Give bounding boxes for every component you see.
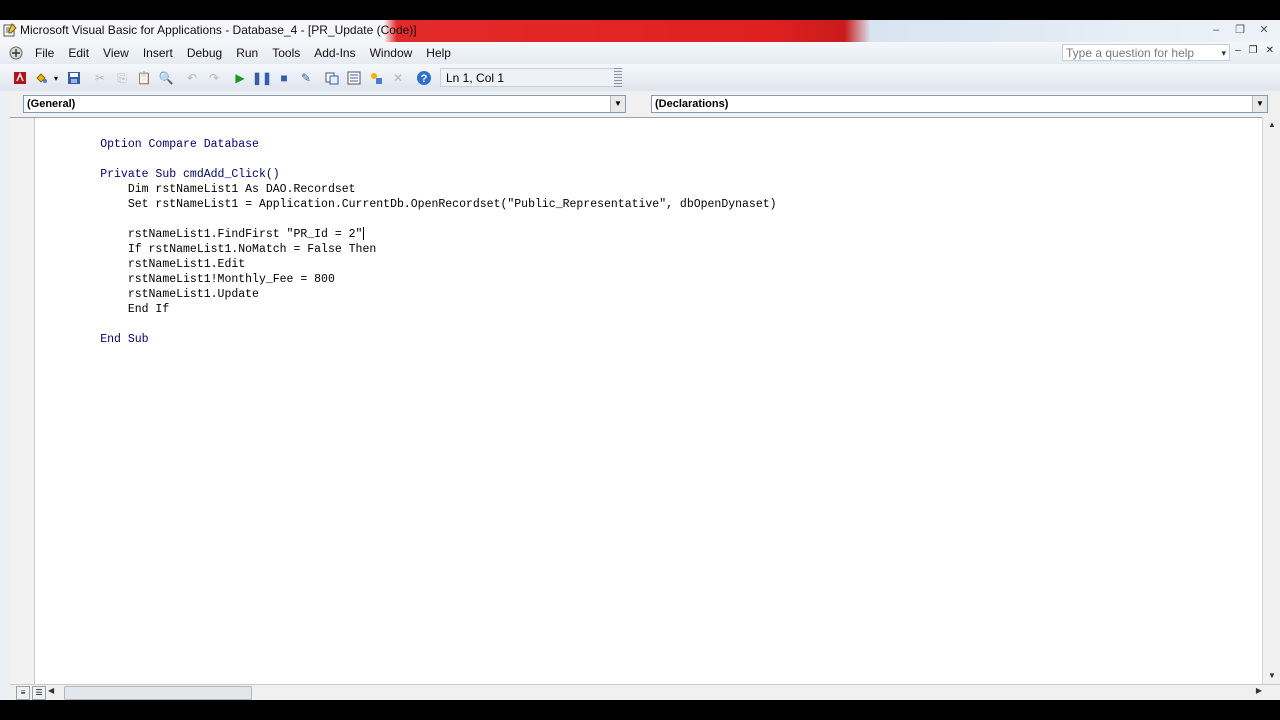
menu-tools[interactable]: Tools	[272, 46, 300, 60]
full-module-view-icon[interactable]: ☰	[32, 686, 46, 700]
break-icon[interactable]: ❚❚	[252, 70, 272, 86]
scroll-thumb[interactable]	[64, 686, 252, 700]
code-window: (General) ▼ (Declarations) ▼ Option Comp…	[0, 91, 1280, 701]
menu-help[interactable]: Help	[426, 46, 451, 60]
code-text: rstNameList1.Update	[100, 288, 259, 301]
standard-toolbar: ▾ ✂ ⎘ 📋 🔍 ↶ ↷ ▶ ❚❚ ■ ✎ ✕ ? Ln 1, Col 1	[0, 64, 1280, 92]
object-combo[interactable]: (General) ▼	[23, 95, 626, 113]
procedure-view-icon[interactable]: ≡	[16, 686, 30, 700]
object-browser-icon[interactable]	[368, 70, 384, 86]
menu-view[interactable]: View	[103, 46, 129, 60]
child-minimize-button[interactable]: –	[1235, 45, 1241, 56]
child-close-button[interactable]: ✕	[1266, 45, 1274, 56]
reset-icon[interactable]: ■	[276, 70, 292, 86]
svg-text:?: ?	[421, 73, 428, 85]
menu-debug[interactable]: Debug	[187, 46, 222, 60]
code-line[interactable]: Private Sub cmdAdd_Click()	[45, 152, 777, 181]
screen-border	[0, 700, 1280, 720]
chevron-down-icon[interactable]: ▾	[52, 70, 60, 86]
window-title: Microsoft Visual Basic for Applications …	[20, 23, 417, 37]
toolbox-icon[interactable]: ✕	[390, 70, 406, 86]
find-icon[interactable]: 🔍	[158, 70, 174, 86]
run-icon[interactable]: ▶	[232, 70, 248, 86]
code-line[interactable]: End Sub	[45, 317, 777, 346]
menu-insert[interactable]: Insert	[143, 46, 173, 60]
chevron-down-icon[interactable]: ▼	[610, 96, 625, 112]
menu-edit[interactable]: Edit	[68, 46, 89, 60]
help-question-placeholder: Type a question for help	[1066, 46, 1195, 60]
toolbar-grip[interactable]	[614, 68, 622, 87]
procedure-combo-value: (Declarations)	[655, 98, 729, 110]
horizontal-scrollbar[interactable]: ≡ ☰ ◀ ▶	[10, 684, 1280, 701]
code-lines[interactable]: Option Compare Database Private Sub cmdA…	[45, 122, 777, 346]
code-text: Private Sub cmdAdd_Click()	[100, 168, 280, 181]
undo-icon[interactable]: ↶	[184, 70, 200, 86]
design-mode-icon[interactable]: ✎	[298, 70, 314, 86]
title-bar: Microsoft Visual Basic for Applications …	[0, 20, 1280, 42]
scroll-down-icon[interactable]: ▼	[1263, 668, 1280, 684]
scroll-right-icon[interactable]: ▶	[1256, 686, 1262, 695]
maximize-button[interactable]: ❐	[1230, 21, 1250, 39]
vertical-scrollbar[interactable]: ▲ ▼	[1262, 117, 1280, 684]
menu-add-ins[interactable]: Add-Ins	[314, 46, 355, 60]
object-combo-value: (General)	[27, 98, 76, 110]
close-button[interactable]: ✕	[1254, 21, 1274, 39]
code-text: rstNameList1!Monthly_Fee = 800	[100, 273, 335, 286]
insert-module-icon[interactable]	[34, 70, 50, 86]
scroll-left-icon[interactable]: ◀	[48, 686, 54, 695]
chevron-down-icon[interactable]: ▾	[1221, 45, 1226, 62]
code-line[interactable]: rstNameList1.FindFirst "PR_Id = 2"	[45, 212, 777, 241]
code-line[interactable]: Option Compare Database	[45, 122, 777, 151]
margin-indicator-bar[interactable]	[10, 118, 35, 685]
menu-window[interactable]: Window	[370, 46, 413, 60]
help-icon[interactable]: ?	[416, 70, 432, 86]
vba-app-icon	[3, 23, 17, 37]
code-text: rstNameList1.FindFirst "PR_Id = 2"	[100, 228, 363, 241]
code-text: rstNameList1.Edit	[100, 258, 246, 271]
child-restore-button[interactable]: ❐	[1249, 45, 1258, 56]
scroll-up-icon[interactable]: ▲	[1263, 117, 1280, 133]
access-icon[interactable]	[12, 70, 28, 86]
copy-icon[interactable]: ⎘	[114, 70, 130, 86]
cut-icon[interactable]: ✂	[92, 70, 108, 86]
vba-icon[interactable]	[8, 45, 24, 61]
code-text: Dim rstNameList1 As DAO.Recordset	[100, 183, 356, 196]
code-editor[interactable]: Option Compare Database Private Sub cmdA…	[10, 117, 1262, 685]
text-cursor	[363, 227, 365, 241]
properties-icon[interactable]	[346, 70, 362, 86]
project-explorer-icon[interactable]	[324, 70, 340, 86]
menu-bar: File Edit View Insert Debug Run Tools Ad…	[0, 42, 1280, 65]
procedure-combo[interactable]: (Declarations) ▼	[651, 95, 1268, 113]
chevron-down-icon[interactable]: ▼	[1252, 96, 1267, 112]
help-question-box[interactable]: Type a question for help ▾	[1062, 44, 1230, 61]
menu-file[interactable]: File	[35, 46, 54, 60]
code-text: Option Compare Database	[100, 138, 259, 151]
menu-run[interactable]: Run	[236, 46, 258, 60]
code-combos: (General) ▼ (Declarations) ▼	[10, 91, 1280, 117]
code-text: If rstNameList1.NoMatch = False Then	[100, 243, 377, 256]
code-text: End If	[100, 303, 170, 316]
code-text: End Sub	[100, 333, 149, 346]
code-text: Set rstNameList1 = Application.CurrentDb…	[100, 198, 777, 211]
save-icon[interactable]	[66, 70, 82, 86]
redo-icon[interactable]: ↷	[206, 70, 222, 86]
minimize-button[interactable]: –	[1206, 21, 1226, 39]
paste-icon[interactable]: 📋	[136, 70, 152, 86]
cursor-position: Ln 1, Col 1	[440, 68, 622, 87]
